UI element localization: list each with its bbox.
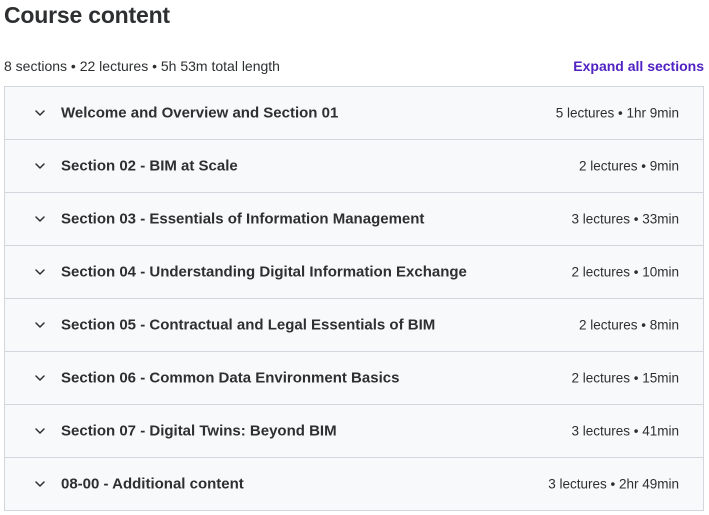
section-item[interactable]: Section 04 - Understanding Digital Infor… <box>5 246 703 299</box>
chevron-down-icon <box>33 212 47 226</box>
section-meta: 2 lectures • 8min <box>578 317 679 333</box>
section-title: Section 02 - BIM at Scale <box>61 157 238 175</box>
section-item[interactable]: Section 03 - Essentials of Information M… <box>5 193 703 246</box>
section-item[interactable]: Welcome and Overview and Section 01 5 le… <box>5 87 703 140</box>
section-meta: 2 lectures • 15min <box>571 370 679 386</box>
chevron-down-icon <box>33 318 47 332</box>
section-title: Section 06 - Common Data Environment Bas… <box>61 369 400 387</box>
section-meta: 3 lectures • 2hr 49min <box>548 476 679 492</box>
section-item[interactable]: 08-00 - Additional content 3 lectures • … <box>5 458 703 511</box>
section-item[interactable]: Section 06 - Common Data Environment Bas… <box>5 352 703 405</box>
sections-list: Welcome and Overview and Section 01 5 le… <box>4 86 704 511</box>
course-summary: 8 sections • 22 lectures • 5h 53m total … <box>4 58 280 74</box>
section-title: Section 07 - Digital Twins: Beyond BIM <box>61 422 337 440</box>
section-meta: 5 lectures • 1hr 9min <box>555 105 679 121</box>
section-title: Section 03 - Essentials of Information M… <box>61 210 425 228</box>
section-meta: 3 lectures • 41min <box>571 423 679 439</box>
section-title: Section 05 - Contractual and Legal Essen… <box>61 316 436 334</box>
chevron-down-icon <box>33 159 47 173</box>
chevron-down-icon <box>33 371 47 385</box>
section-meta: 2 lectures • 9min <box>578 158 679 174</box>
chevron-down-icon <box>33 477 47 491</box>
chevron-down-icon <box>33 106 47 120</box>
course-summary-row: 8 sections • 22 lectures • 5h 53m total … <box>4 56 704 76</box>
section-title: Welcome and Overview and Section 01 <box>61 104 339 122</box>
chevron-down-icon <box>33 424 47 438</box>
section-meta: 3 lectures • 33min <box>571 211 679 227</box>
section-item[interactable]: Section 07 - Digital Twins: Beyond BIM 3… <box>5 405 703 458</box>
section-title: 08-00 - Additional content <box>61 475 244 493</box>
section-item[interactable]: Section 05 - Contractual and Legal Essen… <box>5 299 703 352</box>
section-title: Section 04 - Understanding Digital Infor… <box>61 263 467 281</box>
chevron-down-icon <box>33 265 47 279</box>
section-meta: 2 lectures • 10min <box>571 264 679 280</box>
expand-all-sections-button[interactable]: Expand all sections <box>573 58 704 74</box>
course-content-title: Course content <box>4 2 170 28</box>
section-item[interactable]: Section 02 - BIM at Scale 2 lectures • 9… <box>5 140 703 193</box>
